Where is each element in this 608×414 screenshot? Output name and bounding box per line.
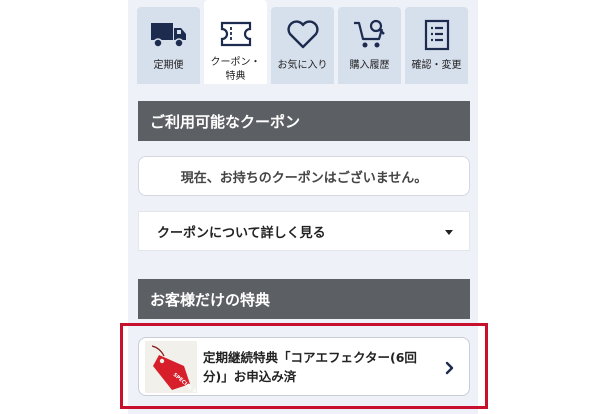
- benefit-item-text: 定期継続特典「コアエフェクター(6回分)」お申込み済: [203, 349, 417, 384]
- cart-search-icon: [350, 15, 390, 55]
- heart-icon: [283, 15, 323, 55]
- tab-bar: 定期便 クーポン・ 特典 お気に入り 購入履歴 確認・変更: [137, 0, 470, 84]
- ticket-icon: [216, 15, 256, 52]
- tab-purchase-history[interactable]: 購入履歴: [338, 7, 401, 84]
- tab-favorites[interactable]: お気に入り: [271, 7, 334, 84]
- chevron-right-icon: [445, 360, 455, 379]
- coupon-details-accordion[interactable]: クーポンについて詳しく見る: [138, 211, 470, 251]
- no-coupons-message: 現在、お持ちのクーポンはございません。: [138, 156, 470, 196]
- document-list-icon: [417, 15, 457, 55]
- benefit-item[interactable]: SPECIAL PRICE 定期継続特典「コアエフェクター(6回分)」お申込み済: [138, 337, 470, 396]
- benefits-section-header: お客様だけの特典: [138, 279, 470, 319]
- tab-label: 定期便: [153, 60, 184, 71]
- tab-confirm-change[interactable]: 確認・変更: [405, 7, 468, 84]
- accordion-label: クーポンについて詳しく見る: [157, 225, 326, 241]
- tab-label: 購入履歴: [349, 60, 390, 71]
- truck-icon: [149, 15, 189, 55]
- tab-label: 確認・変更: [411, 60, 462, 71]
- tab-subscription[interactable]: 定期便: [137, 7, 200, 84]
- tab-label: お気に入り: [277, 60, 328, 71]
- tab-label: クーポン・ 特典: [210, 57, 261, 82]
- tab-coupons[interactable]: クーポン・ 特典: [204, 0, 267, 84]
- red-tag-image: SPECIAL PRICE: [145, 340, 197, 393]
- caret-down-icon: [445, 230, 453, 235]
- coupons-section-header: ご利用可能なクーポン: [138, 101, 470, 141]
